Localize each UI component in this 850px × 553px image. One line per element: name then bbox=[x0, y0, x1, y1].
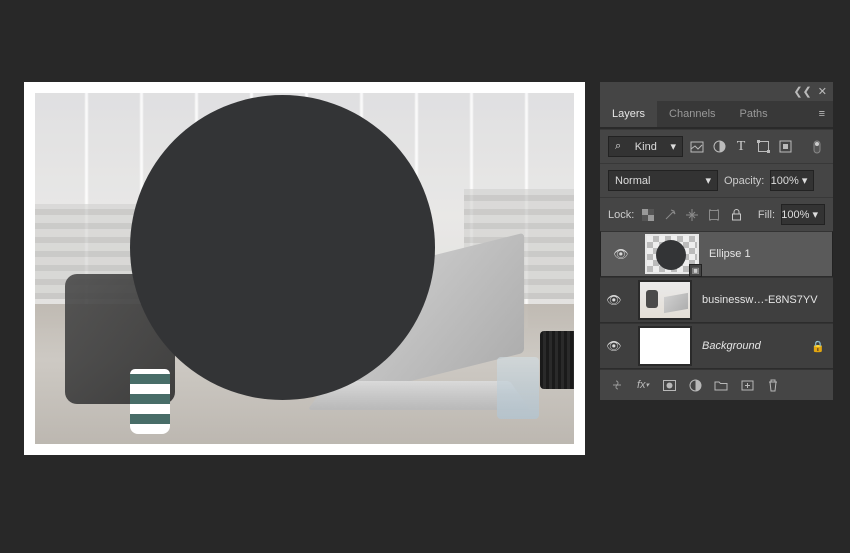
layer-thumbnail[interactable] bbox=[638, 326, 692, 366]
link-layers-icon[interactable] bbox=[609, 377, 625, 393]
opacity-label: Opacity: bbox=[724, 175, 764, 187]
lock-all-icon[interactable] bbox=[728, 207, 744, 223]
layers-footer: fx▾ bbox=[600, 369, 833, 400]
panel-tabs: Layers Channels Paths ≡ bbox=[600, 101, 833, 129]
layer-filter-row: ⌕ Kind ▾ T bbox=[600, 129, 833, 163]
lock-row: Lock: Fill: 100% ▾ bbox=[600, 197, 833, 231]
shape-badge-icon: ▣ bbox=[689, 264, 702, 277]
lock-icon[interactable]: 🔒 bbox=[811, 340, 825, 353]
lock-label: Lock: bbox=[608, 209, 634, 221]
tab-layers[interactable]: Layers bbox=[600, 101, 657, 127]
visibility-toggle-icon[interactable]: 👁 bbox=[600, 339, 628, 353]
collapse-panel-icon[interactable]: ❮❮ bbox=[793, 85, 811, 98]
layer-ellipse-1[interactable]: 👁 ▣ Ellipse 1 bbox=[600, 231, 833, 277]
layers-panel: ❮❮ ✕ Layers Channels Paths ≡ ⌕ Kind ▾ T … bbox=[600, 82, 833, 400]
filter-type-icon[interactable]: T bbox=[733, 139, 749, 155]
layer-background[interactable]: 👁 Background 🔒 bbox=[600, 323, 833, 369]
layer-thumbnail[interactable] bbox=[638, 280, 692, 320]
layer-name[interactable]: Background bbox=[702, 340, 801, 352]
layer-name[interactable]: Ellipse 1 bbox=[709, 248, 824, 260]
canvas-stage bbox=[24, 82, 585, 455]
filter-pixel-icon[interactable] bbox=[689, 139, 705, 155]
filter-kind-select[interactable]: ⌕ Kind ▾ bbox=[608, 136, 683, 157]
delete-layer-icon[interactable] bbox=[765, 377, 781, 393]
fill-input[interactable]: 100% ▾ bbox=[781, 204, 825, 225]
layer-business-image[interactable]: 👁 businessw…-E8NS7YV bbox=[600, 277, 833, 323]
close-panel-icon[interactable]: ✕ bbox=[818, 85, 827, 98]
adjustment-layer-icon[interactable] bbox=[687, 377, 703, 393]
add-mask-icon[interactable] bbox=[661, 377, 677, 393]
filter-smart-icon[interactable] bbox=[777, 139, 793, 155]
new-layer-icon[interactable] bbox=[739, 377, 755, 393]
opacity-input[interactable]: 100% ▾ bbox=[770, 170, 814, 191]
tab-channels[interactable]: Channels bbox=[657, 101, 727, 127]
visibility-toggle-icon[interactable]: 👁 bbox=[600, 293, 628, 307]
visibility-toggle-icon[interactable]: 👁 bbox=[607, 247, 635, 261]
lock-pixels-icon[interactable] bbox=[662, 207, 678, 223]
lock-artboard-icon[interactable] bbox=[706, 207, 722, 223]
layer-fx-icon[interactable]: fx▾ bbox=[635, 377, 651, 393]
lock-transparency-icon[interactable] bbox=[640, 207, 656, 223]
tab-paths[interactable]: Paths bbox=[728, 101, 780, 127]
layer-name[interactable]: businessw…-E8NS7YV bbox=[702, 294, 825, 306]
fill-label: Fill: bbox=[758, 209, 775, 221]
lock-position-icon[interactable] bbox=[684, 207, 700, 223]
panel-menu-icon[interactable]: ≡ bbox=[819, 108, 833, 120]
blend-row: Normal▾ Opacity: 100% ▾ bbox=[600, 163, 833, 197]
filter-adjust-icon[interactable] bbox=[711, 139, 727, 155]
blend-mode-select[interactable]: Normal▾ bbox=[608, 170, 718, 191]
filter-shape-icon[interactable] bbox=[755, 139, 771, 155]
layer-list: 👁 ▣ Ellipse 1 👁 businessw…-E8NS7YV 👁 Bac… bbox=[600, 231, 833, 369]
shape-ellipse[interactable] bbox=[130, 95, 435, 400]
filter-toggle-icon[interactable] bbox=[809, 139, 825, 155]
document-image[interactable] bbox=[35, 93, 574, 444]
group-layers-icon[interactable] bbox=[713, 377, 729, 393]
